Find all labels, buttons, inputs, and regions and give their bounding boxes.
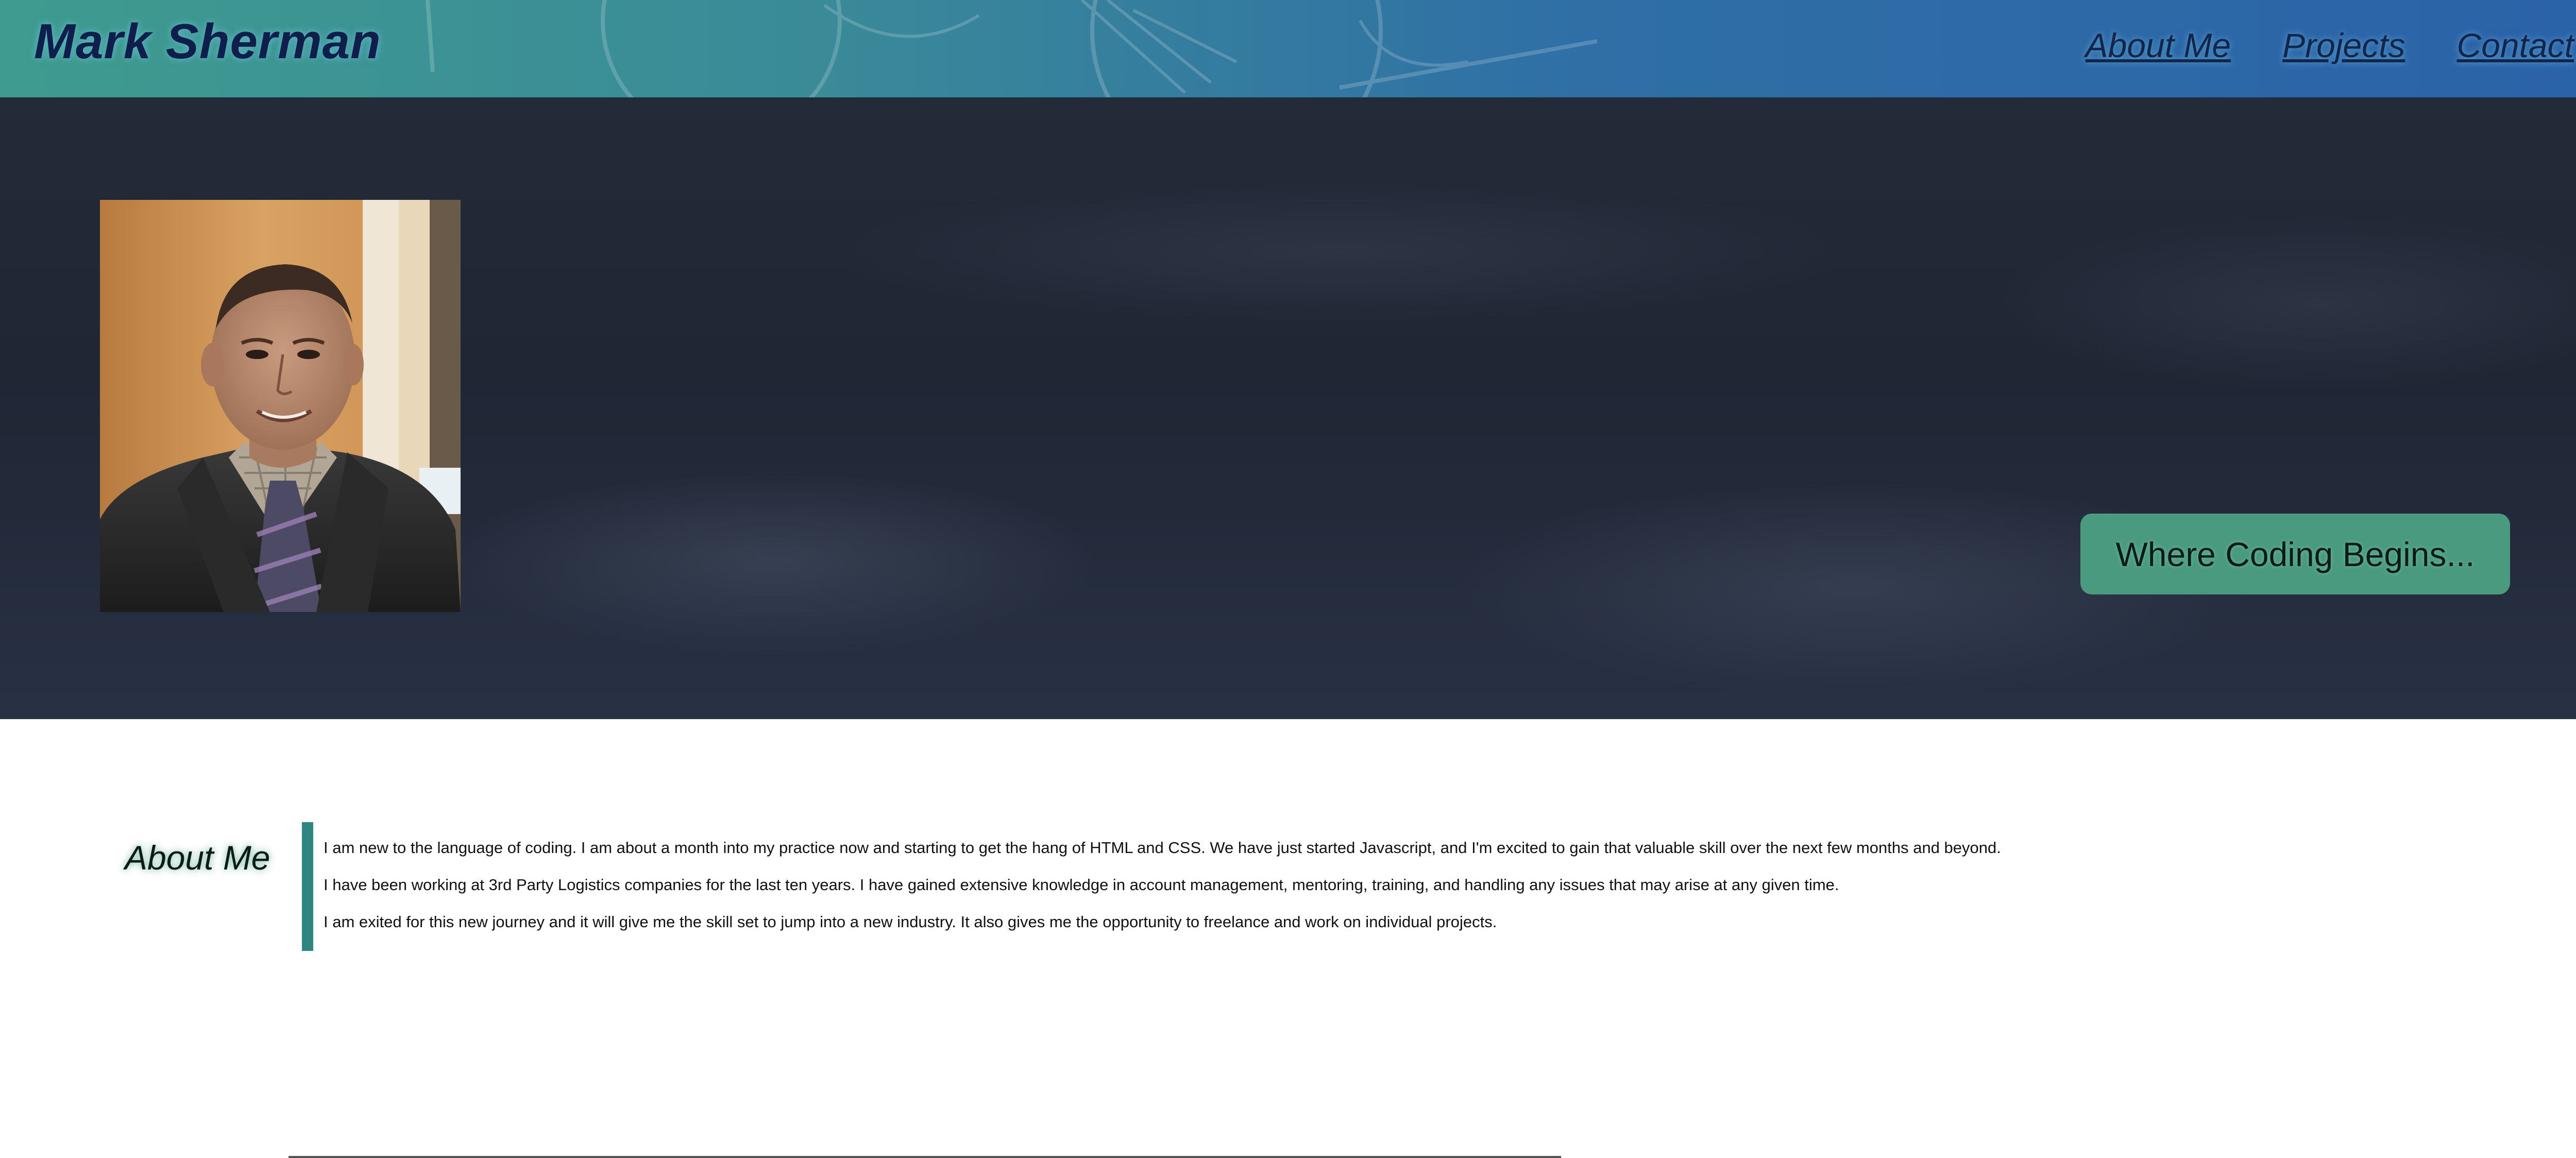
nav-link-about-me[interactable]: About Me	[2086, 26, 2231, 65]
site-header: Mark Sherman About Me Projects Contact	[0, 0, 2576, 97]
section-divider	[289, 1156, 1561, 1158]
about-paragraph-3: I am exited for this new journey and it …	[324, 913, 1497, 931]
site-title[interactable]: Mark Sherman	[34, 14, 381, 69]
hero-section: Where Coding Begins...	[0, 97, 2576, 719]
nav-link-projects[interactable]: Projects	[2282, 26, 2405, 65]
about-paragraph-2: I have been working at 3rd Party Logisti…	[324, 876, 1839, 894]
main-nav: About Me Projects Contact	[2086, 26, 2574, 65]
nav-link-contact[interactable]: Contact	[2457, 26, 2574, 65]
about-text: I am new to the language of coding. I am…	[324, 838, 2539, 949]
about-accent-bar	[302, 822, 313, 951]
tagline-text: Where Coding Begins...	[2115, 535, 2475, 573]
about-heading: About Me	[125, 839, 270, 877]
tagline-banner: Where Coding Begins...	[2080, 514, 2510, 594]
profile-photo	[100, 200, 461, 612]
about-paragraph-1: I am new to the language of coding. I am…	[324, 839, 2001, 857]
